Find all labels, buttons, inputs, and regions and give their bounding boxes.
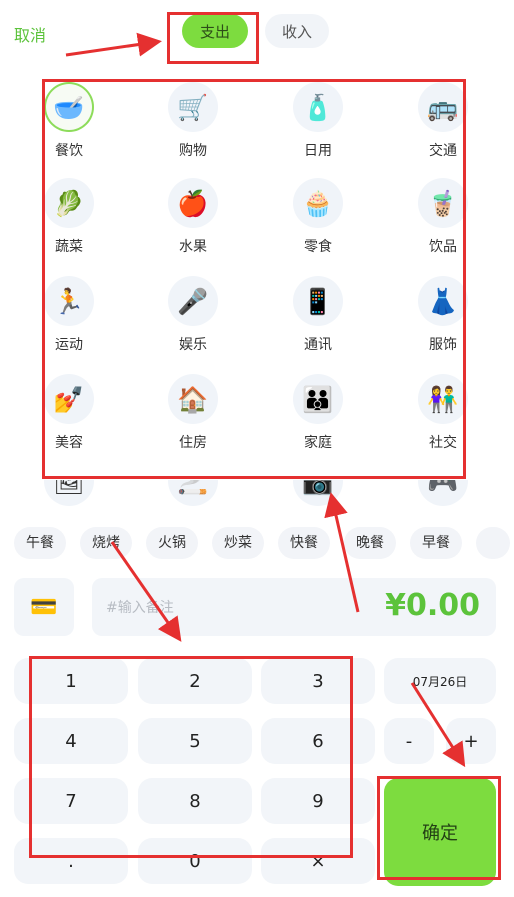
category-item[interactable]: 🍎 水果 [158,178,228,256]
tag-chip[interactable]: 午餐 [14,527,66,559]
category-item[interactable]: 🚌 交通 [408,82,478,160]
category-label: 服饰 [429,337,457,353]
category-label: 零食 [304,239,332,255]
annotation-box-categories [42,79,466,479]
keypad-key[interactable]: 0 [138,838,252,884]
note-amount-bar: ¥0.00 [92,578,496,636]
family-icon: 👪 [293,374,343,424]
leafy-green-icon: 🥬 [44,178,94,228]
picture-icon: 🖼 [44,480,94,506]
bubble-tea-icon: 🧋 [418,178,468,228]
camera-icon: 📷 [293,480,343,506]
cupcake-icon: 🧁 [293,178,343,228]
tag-chip-partial[interactable] [476,527,510,559]
cigarette-icon: 🚬 [168,480,218,506]
category-label: 日用 [304,143,332,159]
minus-button[interactable]: - [384,718,434,764]
bowl-icon: 🥣 [44,82,94,132]
annotation-arrow [65,32,162,57]
category-item[interactable]: 👗 服饰 [408,276,478,354]
category-item[interactable]: 👫 社交 [408,374,478,452]
dress-icon: 👗 [418,276,468,326]
category-item[interactable]: 🚬 [158,480,228,506]
category-label: 住房 [179,435,207,451]
shopping-cart-icon: 🛒 [168,82,218,132]
category-item[interactable]: 📷 [283,480,353,506]
category-label: 运动 [55,337,83,353]
runner-icon: 🏃 [44,276,94,326]
category-item[interactable]: 🛒 购物 [158,82,228,160]
category-label: 通讯 [304,337,332,353]
tag-chip[interactable]: 烧烤 [80,527,132,559]
category-item[interactable]: 💅 美容 [34,374,104,452]
keypad-key[interactable]: 5 [138,718,252,764]
category-item[interactable]: 📱 通讯 [283,276,353,354]
lotion-bottle-icon: 🧴 [293,82,343,132]
tag-list: 午餐 烧烤 火锅 炒菜 快餐 晚餐 早餐 [14,527,514,561]
house-icon: 🏠 [168,374,218,424]
category-item[interactable]: 🧁 零食 [283,178,353,256]
keypad-key[interactable]: 3 [261,658,375,704]
couple-icon: 👫 [418,374,468,424]
category-item[interactable]: 🏠 住房 [158,374,228,452]
confirm-button[interactable]: 确定 [384,778,496,886]
apple-icon: 🍎 [168,178,218,228]
keypad-key[interactable]: × [261,838,375,884]
tag-chip[interactable]: 火锅 [146,527,198,559]
amount-display: ¥0.00 [385,588,480,623]
category-label: 水果 [179,239,207,255]
category-item[interactable]: 🖼 [34,480,104,506]
gamepad-icon: 🎮 [418,480,468,506]
keypad-key[interactable]: 1 [14,658,128,704]
payment-method-button[interactable]: 💳 [14,578,74,636]
category-label: 社交 [429,435,457,451]
category-label: 家庭 [304,435,332,451]
category-label: 购物 [179,143,207,159]
keypad-key[interactable]: 2 [138,658,252,704]
bus-icon: 🚌 [418,82,468,132]
category-item[interactable]: 🥬 蔬菜 [34,178,104,256]
keypad-key[interactable]: . [14,838,128,884]
keypad-key[interactable]: 4 [14,718,128,764]
plus-button[interactable]: + [446,718,496,764]
tag-chip[interactable]: 快餐 [278,527,330,559]
cancel-button[interactable]: 取消 [14,22,46,46]
category-item[interactable]: 🏃 运动 [34,276,104,354]
category-item[interactable]: 🎤 娱乐 [158,276,228,354]
microphone-icon: 🎤 [168,276,218,326]
card-icon: 💳 [30,594,58,620]
category-item[interactable]: 🧴 日用 [283,82,353,160]
category-grid-partial-row: 🖼 🚬 📷 🎮 [0,480,514,506]
tab-income[interactable]: 收入 [265,14,329,48]
category-label: 餐饮 [55,143,83,159]
category-item[interactable]: 🧋 饮品 [408,178,478,256]
date-picker-button[interactable]: 07月26日 [384,658,496,704]
tab-expense[interactable]: 支出 [182,14,248,48]
tag-chip[interactable]: 早餐 [410,527,462,559]
category-item[interactable]: 👪 家庭 [283,374,353,452]
category-label: 娱乐 [179,337,207,353]
keypad-key[interactable]: 6 [261,718,375,764]
category-label: 蔬菜 [55,239,83,255]
category-item[interactable]: 🎮 [408,480,478,506]
mobile-phone-icon: 📱 [293,276,343,326]
keypad-key[interactable]: 7 [14,778,128,824]
category-label: 交通 [429,143,457,159]
note-input[interactable] [104,592,338,624]
keypad-key[interactable]: 8 [138,778,252,824]
category-label: 美容 [55,435,83,451]
tag-chip[interactable]: 晚餐 [344,527,396,559]
category-item[interactable]: 🥣 餐饮 [34,82,104,160]
tag-chip[interactable]: 炒菜 [212,527,264,559]
nail-polish-icon: 💅 [44,374,94,424]
category-label: 饮品 [429,239,457,255]
keypad-key[interactable]: 9 [261,778,375,824]
